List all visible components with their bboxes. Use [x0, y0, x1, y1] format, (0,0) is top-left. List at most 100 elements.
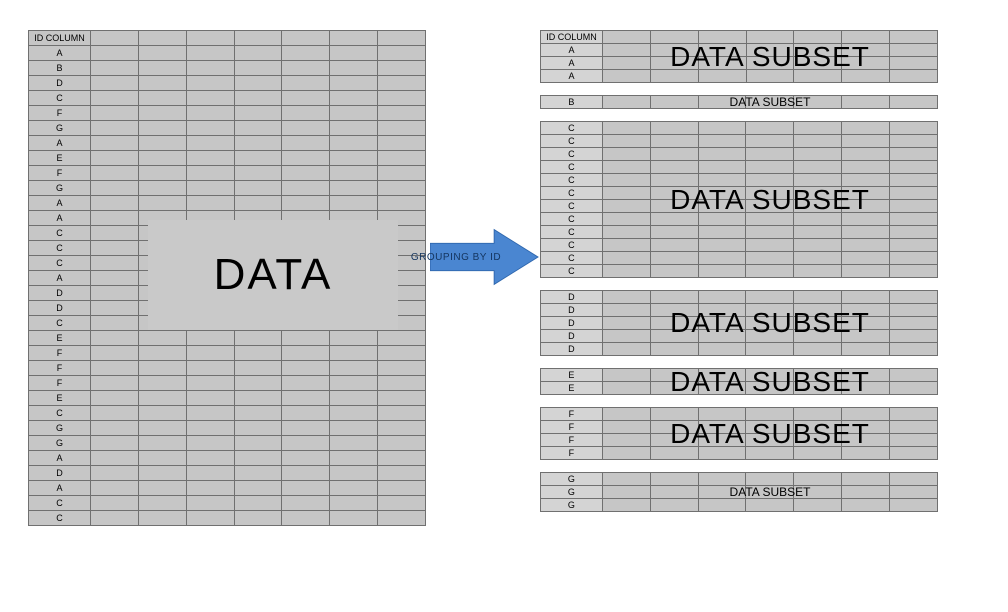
data-cell [602, 343, 650, 356]
data-cell [282, 76, 330, 91]
id-cell: G [29, 436, 91, 451]
data-cell [330, 496, 378, 511]
subset-grid: FFFF [540, 407, 938, 460]
data-cell [794, 408, 842, 421]
data-cell [890, 200, 938, 213]
data-cell [746, 213, 794, 226]
data-cell [186, 91, 234, 106]
id-cell: C [29, 256, 91, 271]
data-cell [842, 408, 890, 421]
id-cell: G [29, 181, 91, 196]
data-cell [330, 181, 378, 196]
data-cell [698, 161, 746, 174]
data-cell [650, 499, 698, 512]
data-cell [330, 331, 378, 346]
data-cell [186, 391, 234, 406]
data-cell [650, 44, 698, 57]
id-cell: A [29, 481, 91, 496]
table-row: C [541, 174, 938, 187]
table-row: C [29, 91, 426, 106]
id-cell: A [541, 57, 603, 70]
data-cell [378, 46, 426, 61]
data-cell [794, 226, 842, 239]
data-cell [746, 434, 794, 447]
data-cell [138, 331, 186, 346]
data-cell [698, 174, 746, 187]
data-cell [186, 331, 234, 346]
data-cell [282, 46, 330, 61]
data-cell [842, 330, 890, 343]
data-cell [890, 447, 938, 460]
data-cell [746, 382, 794, 395]
data-cell [90, 436, 138, 451]
data-cell [234, 451, 282, 466]
data-cell [746, 304, 794, 317]
data-cell [650, 343, 698, 356]
data-cell [650, 96, 698, 109]
table-row: C [541, 122, 938, 135]
data-cell [650, 148, 698, 161]
data-cell [602, 369, 650, 382]
subset-grid: B [540, 95, 938, 109]
data-cell [650, 382, 698, 395]
data-cell [330, 91, 378, 106]
data-cell [842, 135, 890, 148]
id-cell: E [541, 369, 603, 382]
data-cell [234, 361, 282, 376]
data-cell [746, 226, 794, 239]
data-cell [698, 447, 746, 460]
data-cell [890, 226, 938, 239]
data-cell [746, 499, 794, 512]
data-cell [746, 421, 794, 434]
table-row: C [541, 148, 938, 161]
data-cell [186, 496, 234, 511]
id-cell: D [541, 343, 603, 356]
data-cell [186, 76, 234, 91]
data-cell [794, 499, 842, 512]
data-cell [90, 481, 138, 496]
data-cell [602, 421, 650, 434]
data-cell [602, 317, 650, 330]
data-cell [890, 382, 938, 395]
data-cell [234, 406, 282, 421]
id-cell: F [541, 421, 603, 434]
data-cell [650, 447, 698, 460]
data-cell [746, 174, 794, 187]
id-cell: A [541, 70, 603, 83]
data-cell [794, 122, 842, 135]
data-cell [698, 239, 746, 252]
data-cell [90, 316, 138, 331]
id-cell: C [541, 213, 603, 226]
data-cell [282, 61, 330, 76]
id-cell: D [29, 301, 91, 316]
data-cell [794, 44, 842, 57]
data-cell [186, 61, 234, 76]
data-cell [794, 486, 842, 499]
data-cell [698, 213, 746, 226]
data-cell [282, 91, 330, 106]
id-cell: A [29, 211, 91, 226]
subset-table: BDATA SUBSET [540, 95, 938, 109]
data-cell [794, 70, 842, 83]
data-cell [746, 148, 794, 161]
data-cell [890, 304, 938, 317]
data-cell [698, 148, 746, 161]
data-cell [746, 291, 794, 304]
id-cell: F [29, 166, 91, 181]
id-cell: C [29, 406, 91, 421]
subset-table: DDDDDDATA SUBSET [540, 290, 938, 356]
data-cell [138, 151, 186, 166]
data-cell [330, 121, 378, 136]
data-cell [330, 511, 378, 526]
data-cell [234, 106, 282, 121]
data-cell [650, 434, 698, 447]
id-cell: A [29, 196, 91, 211]
table-row: C [541, 226, 938, 239]
data-cell [602, 148, 650, 161]
subset-grid: EE [540, 368, 938, 395]
data-cell [698, 317, 746, 330]
data-cell [698, 382, 746, 395]
id-cell: A [541, 44, 603, 57]
data-cell [330, 481, 378, 496]
data-cell [650, 239, 698, 252]
